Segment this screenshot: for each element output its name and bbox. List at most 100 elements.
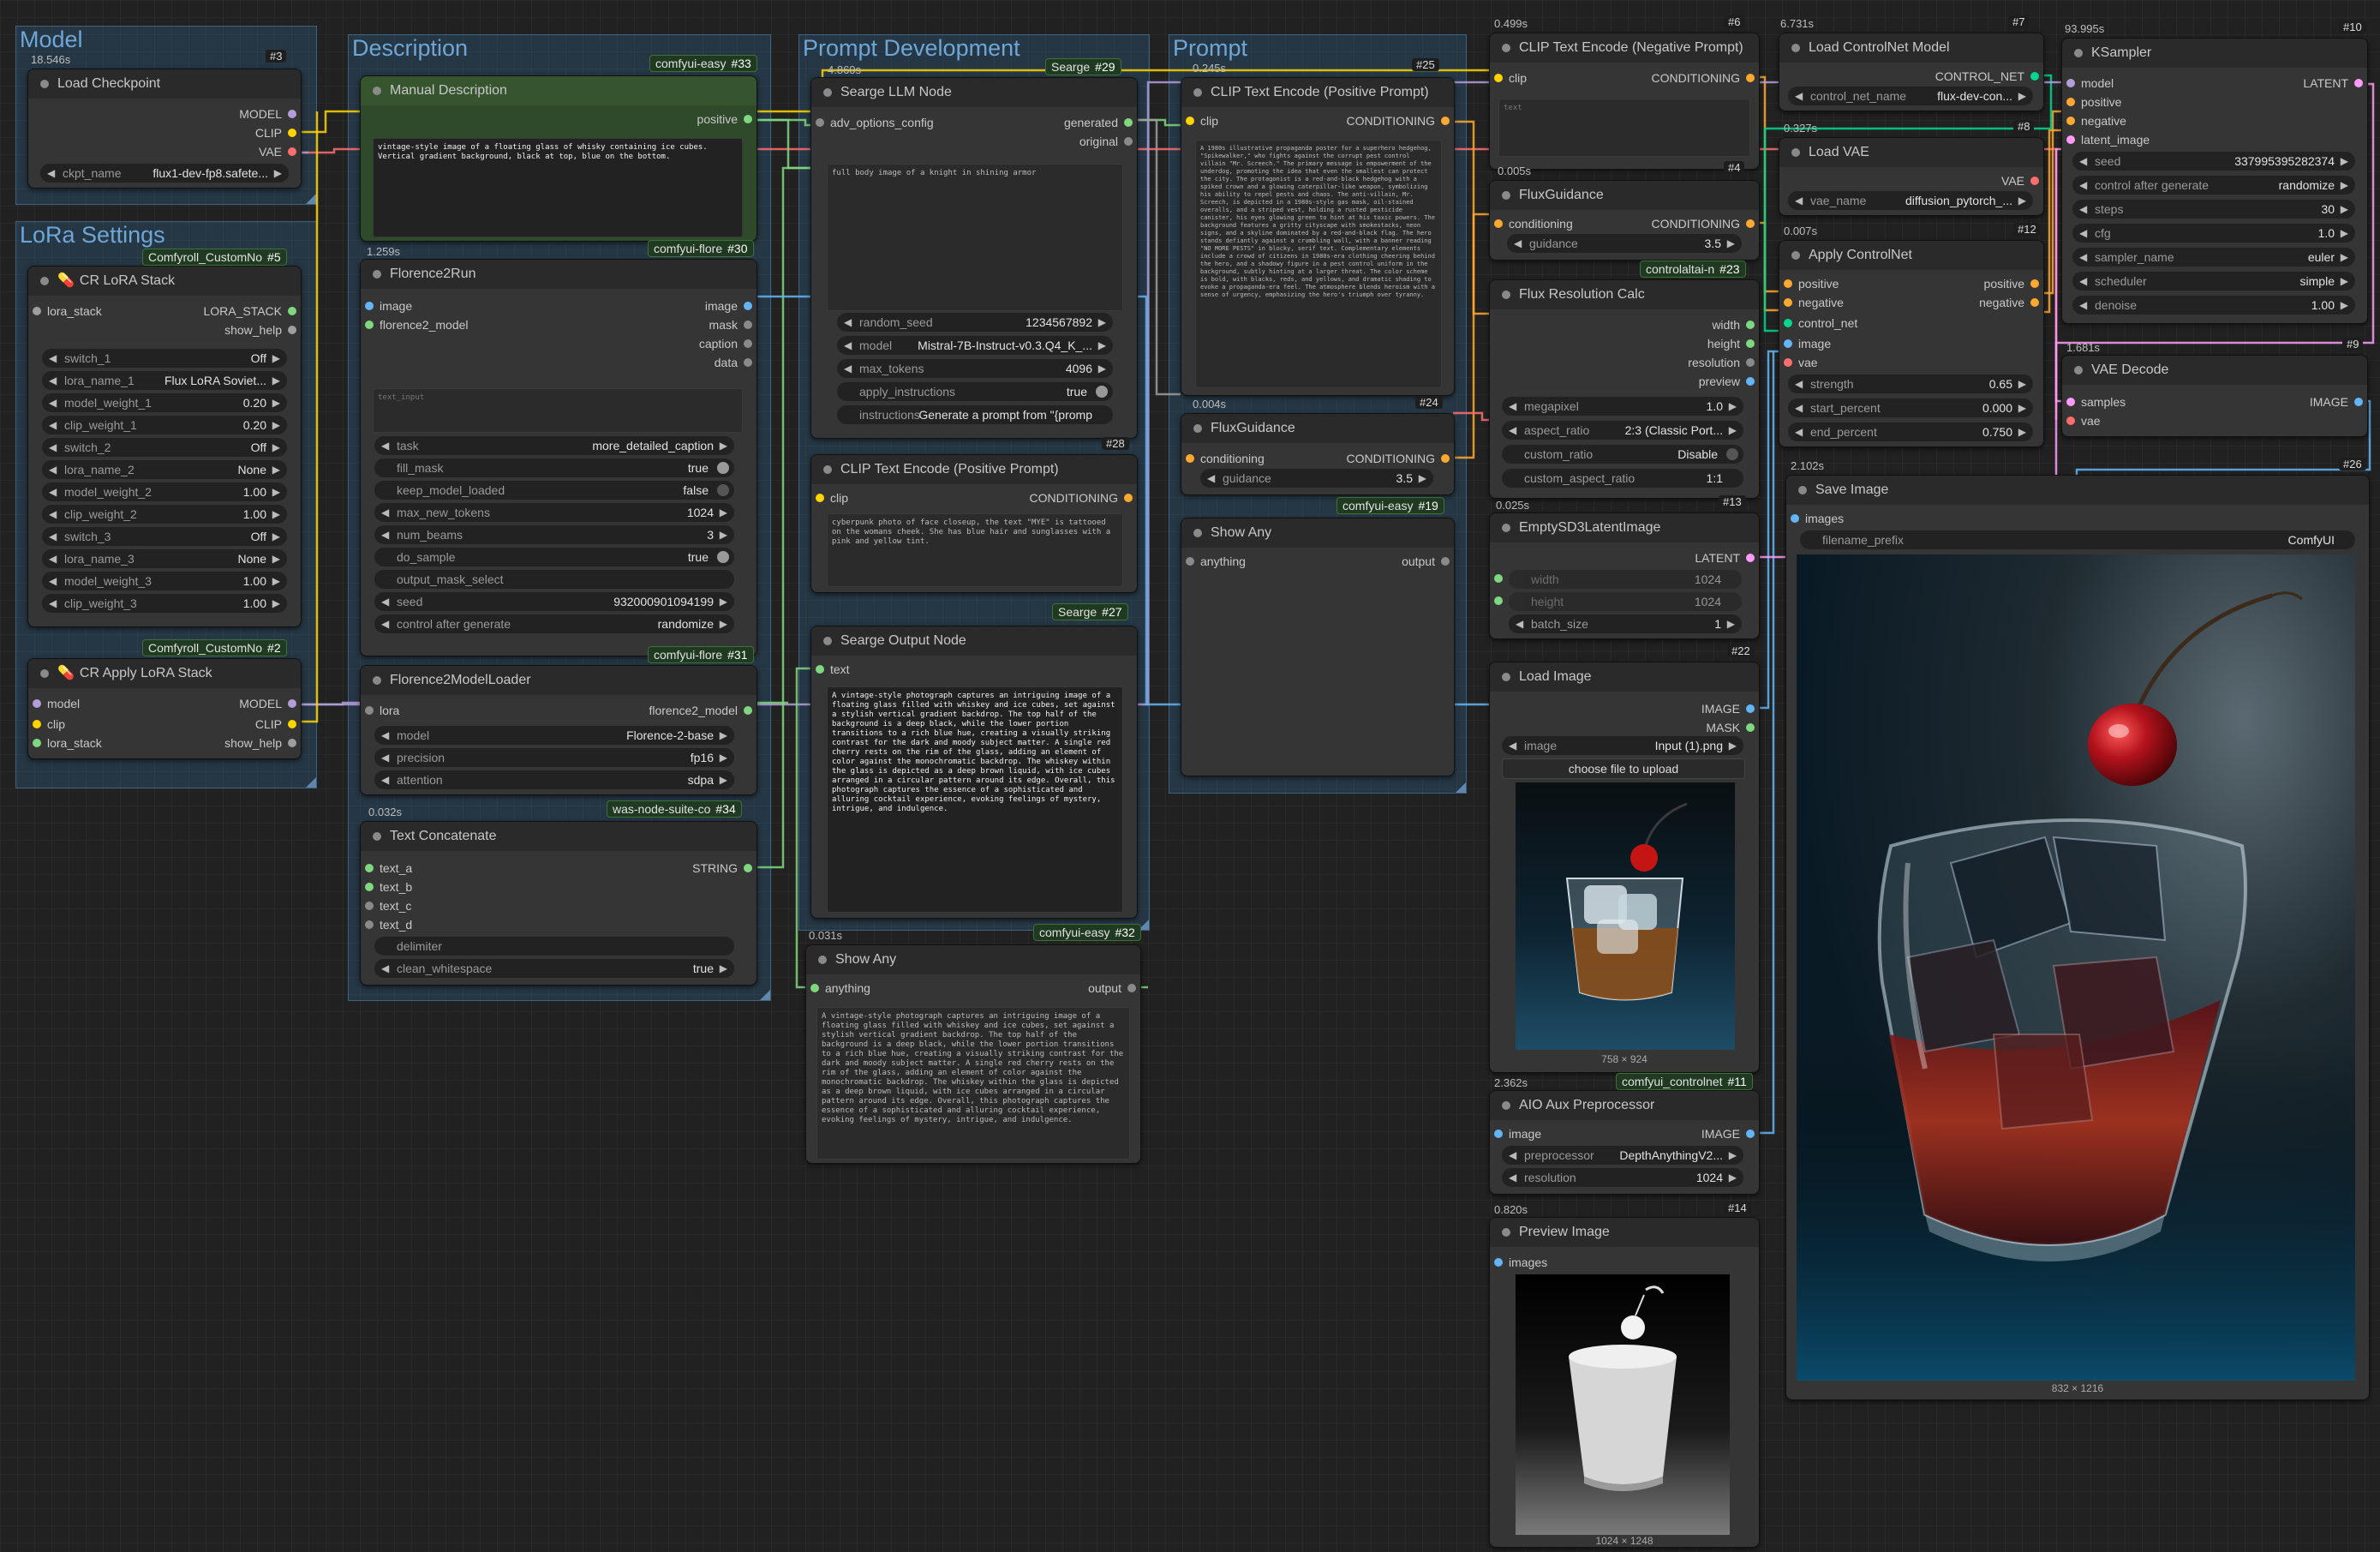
megapixel-combo[interactable]: ◀ megapixel 1.0 ▶ bbox=[1502, 397, 1743, 416]
searge-output-node[interactable]: Searge Output Node text A vintage-style … bbox=[810, 626, 1138, 919]
output-positive[interactable]: positive bbox=[1984, 275, 2043, 292]
resolution-field[interactable]: ◀ resolution 1024 ▶ bbox=[1502, 1168, 1743, 1187]
do-sample-toggle[interactable]: do_sample true bbox=[374, 548, 734, 566]
node-header[interactable]: Preview Image bbox=[1490, 1218, 1759, 1247]
input-text-d[interactable]: text_d bbox=[361, 916, 412, 933]
input-florence2-model[interactable]: florence2_model bbox=[361, 316, 469, 333]
prompt-textarea[interactable]: A 1980s illustrative propaganda poster f… bbox=[1195, 140, 1442, 388]
aio-aux-preprocessor-node[interactable]: AIO Aux Preprocessor image IMAGE ◀ prepro… bbox=[1489, 1090, 1760, 1195]
output-model[interactable]: MODEL bbox=[239, 105, 301, 123]
node-header[interactable]: CLIP Text Encode (Positive Prompt) bbox=[1181, 78, 1454, 107]
instructions-field[interactable]: instructions Generate a prompt from "{pro… bbox=[837, 405, 1113, 424]
output-image[interactable]: image bbox=[705, 297, 756, 315]
apply-controlnet-node[interactable]: Apply ControlNet positive negative contr… bbox=[1779, 240, 2044, 447]
preprocessor-combo[interactable]: ◀ preprocessor DepthAnythingV2... ▶ bbox=[1502, 1146, 1743, 1165]
description-textarea[interactable]: vintage-style image of a floating glass … bbox=[373, 138, 743, 237]
image-combo[interactable]: ◀ image Input (1).png ▶ bbox=[1502, 736, 1743, 755]
task-combo[interactable]: ◀ task more_detailed_caption ▶ bbox=[374, 436, 734, 455]
node-header[interactable]: Searge LLM Node bbox=[811, 78, 1137, 107]
node-header[interactable]: Load Checkpoint bbox=[28, 69, 301, 99]
node-header[interactable]: Load VAE bbox=[1779, 138, 2043, 167]
clean-whitespace-combo[interactable]: ◀ clean_whitespace true ▶ bbox=[374, 959, 734, 978]
output-generated[interactable]: generated bbox=[1064, 114, 1137, 131]
seed-combo[interactable]: ◀ seed 337995395282374 ▶ bbox=[2072, 152, 2355, 171]
output-negative[interactable]: negative bbox=[1979, 294, 2043, 311]
apply-instructions-toggle[interactable]: apply_instructions true bbox=[837, 382, 1113, 401]
output-output[interactable]: output bbox=[1088, 980, 1140, 997]
model-combo[interactable]: ◀ model Mistral-7B-Instruct-v0.3.Q4_K_... ▶ bbox=[837, 336, 1113, 355]
ckpt-name-combo[interactable]: ◀ ckpt_name flux1-dev-fp8.safete... ▶ bbox=[40, 164, 289, 183]
input-conditioning[interactable]: conditioning bbox=[1490, 215, 1573, 232]
output-clip[interactable]: CLIP bbox=[255, 716, 301, 733]
clip-text-encode-positive-node[interactable]: CLIP Text Encode (Positive Prompt) clip … bbox=[1181, 77, 1455, 396]
output-mask[interactable]: mask bbox=[709, 316, 756, 333]
scheduler-combo[interactable]: ◀ scheduler simple ▶ bbox=[2072, 272, 2355, 291]
text-concatenate-node[interactable]: Text Concatenate text_a text_b text_c te… bbox=[360, 821, 757, 986]
input-height[interactable] bbox=[1490, 592, 1509, 609]
lora-name-1-combo[interactable]: ◀ lora_name_1 Flux LoRA Soviet... ▶ bbox=[42, 371, 287, 390]
clip-weight-1-combo[interactable]: ◀ clip_weight_1 0.20 ▶ bbox=[42, 416, 287, 434]
node-header[interactable]: Searge Output Node bbox=[811, 626, 1137, 656]
steps-combo[interactable]: ◀ steps 30 ▶ bbox=[2072, 200, 2355, 219]
input-width[interactable] bbox=[1490, 570, 1509, 587]
switch-1-combo[interactable]: ◀ switch_1 Off ▶ bbox=[42, 349, 287, 368]
output-conditioning[interactable]: CONDITIONING bbox=[1652, 215, 1759, 232]
sampler-name-combo[interactable]: ◀ sampler_name euler ▶ bbox=[2072, 248, 2355, 267]
seed-combo[interactable]: ◀ seed 932000901094199 ▶ bbox=[374, 592, 734, 611]
load-image-node[interactable]: Load Image IMAGE MASK ◀ image Input (1).pn… bbox=[1489, 662, 1760, 1073]
input-lora-stack[interactable]: lora_stack bbox=[28, 734, 102, 752]
model-weight-2-combo[interactable]: ◀ model_weight_2 1.00 ▶ bbox=[42, 482, 287, 501]
filename-prefix-field[interactable]: filename_prefix ComfyUI bbox=[1800, 530, 2355, 549]
max-new-tokens-combo[interactable]: ◀ max_new_tokens 1024 ▶ bbox=[374, 503, 734, 522]
node-header[interactable]: Show Any bbox=[806, 945, 1140, 974]
output-original[interactable]: original bbox=[1079, 133, 1137, 150]
input-adv-options-config[interactable]: adv_options_config bbox=[811, 114, 934, 131]
output-preview[interactable]: preview bbox=[1699, 373, 1759, 390]
precision-combo[interactable]: ◀ precision fp16 ▶ bbox=[374, 748, 734, 767]
load-controlnet-model-node[interactable]: Load ControlNet Model CONTROL_NET ◀ contr… bbox=[1779, 33, 2044, 111]
node-header[interactable]: 💊 CR Apply LoRA Stack bbox=[28, 659, 301, 688]
clip-text-encode-negative-node[interactable]: CLIP Text Encode (Negative Prompt) clip … bbox=[1489, 33, 1760, 170]
preview-image-node[interactable]: Preview Image images 1024 × 1248 bbox=[1489, 1217, 1760, 1548]
node-header[interactable]: Florence2ModelLoader bbox=[361, 666, 756, 695]
input-image[interactable]: image bbox=[1490, 1125, 1541, 1142]
output-image[interactable]: IMAGE bbox=[2310, 393, 2367, 410]
choose-file-button[interactable]: choose file to upload bbox=[1502, 758, 1745, 779]
control-after-generate-combo[interactable]: ◀ control after generate randomize ▶ bbox=[2072, 176, 2355, 195]
output-width[interactable]: width bbox=[1712, 316, 1759, 333]
output-florence2-model[interactable]: florence2_model bbox=[649, 702, 756, 719]
guidance-slider[interactable]: ◀ guidance 3.5 ▶ bbox=[1200, 469, 1433, 488]
node-header[interactable]: Show Any bbox=[1181, 518, 1454, 548]
node-header[interactable]: Save Image bbox=[1786, 476, 2369, 505]
node-header[interactable]: CLIP Text Encode (Negative Prompt) bbox=[1490, 33, 1759, 63]
text-input-textarea[interactable] bbox=[373, 388, 743, 433]
clip-weight-3-combo[interactable]: ◀ clip_weight_3 1.00 ▶ bbox=[42, 594, 287, 613]
input-vae[interactable]: vae bbox=[2062, 412, 2101, 429]
input-text-b[interactable]: text_b bbox=[361, 878, 412, 896]
model-weight-3-combo[interactable]: ◀ model_weight_3 1.00 ▶ bbox=[42, 572, 287, 590]
cr-lora-stack-node[interactable]: 💊 CR LoRA Stack lora_stack LORA_STACK sho… bbox=[27, 266, 302, 627]
input-clip[interactable]: clip bbox=[1181, 112, 1218, 129]
num-beams-combo[interactable]: ◀ num_beams 3 ▶ bbox=[374, 525, 734, 544]
model-weight-1-combo[interactable]: ◀ model_weight_1 0.20 ▶ bbox=[42, 393, 287, 412]
node-header[interactable]: Text Concatenate bbox=[361, 822, 756, 851]
model-combo[interactable]: ◀ model Florence-2-base ▶ bbox=[374, 726, 734, 745]
show-any-prompt-node[interactable]: Show Any anything output bbox=[1181, 518, 1455, 776]
input-images[interactable]: images bbox=[1786, 510, 1844, 527]
output-image[interactable]: IMAGE bbox=[1701, 1125, 1759, 1142]
output-clip[interactable]: CLIP bbox=[255, 124, 301, 141]
attention-combo[interactable]: ◀ attention sdpa ▶ bbox=[374, 770, 734, 789]
output-latent[interactable]: LATENT bbox=[1695, 549, 1759, 566]
output-conditioning[interactable]: CONDITIONING bbox=[1347, 112, 1454, 129]
input-negative[interactable]: negative bbox=[1779, 294, 1844, 311]
strength-combo[interactable]: ◀ strength 0.65 ▶ bbox=[1788, 375, 2033, 393]
output-height[interactable]: height bbox=[1707, 335, 1759, 352]
input-anything[interactable]: anything bbox=[806, 980, 870, 997]
output-output[interactable]: output bbox=[1402, 553, 1454, 570]
input-model[interactable]: model bbox=[2062, 75, 2114, 92]
node-header[interactable]: Apply ControlNet bbox=[1779, 241, 2043, 270]
max-tokens-combo[interactable]: ◀ max_tokens 4096 ▶ bbox=[837, 359, 1113, 378]
output-positive[interactable]: positive bbox=[697, 111, 756, 128]
output-lora-stack[interactable]: LORA_STACK bbox=[203, 303, 301, 320]
vae-decode-node[interactable]: VAE Decode samples vae IMAGE bbox=[2061, 355, 2368, 437]
